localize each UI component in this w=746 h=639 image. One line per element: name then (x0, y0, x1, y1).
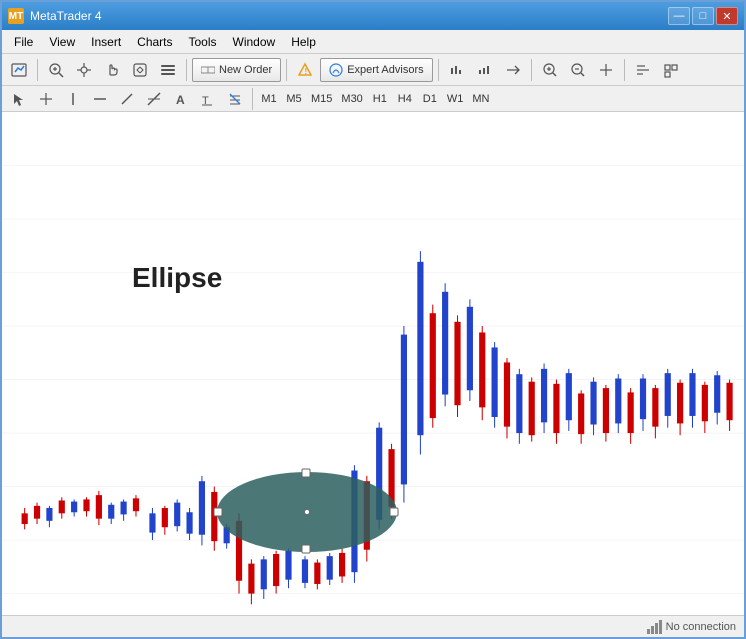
menu-tools[interactable]: Tools (181, 33, 225, 51)
separator-t1 (252, 88, 253, 110)
tool-horizontal-line[interactable] (87, 86, 113, 112)
timeframe-m5[interactable]: M5 (282, 88, 306, 110)
bar1 (647, 629, 650, 634)
tool-text2[interactable]: T (195, 86, 221, 112)
tool-crosshair2[interactable] (33, 86, 59, 112)
separator-6 (624, 59, 625, 81)
chart-container: Ellipse (2, 112, 744, 615)
app-icon: MT (8, 8, 24, 24)
title-bar: MT MetaTrader 4 — □ ✕ (2, 2, 744, 30)
svg-text:A: A (176, 93, 185, 106)
timeframe-m30[interactable]: M30 (337, 88, 366, 110)
no-connection-text: No connection (666, 621, 736, 633)
tool-zoom-in-chart[interactable] (537, 57, 563, 83)
expert-advisors-button[interactable]: Expert Advisors (320, 58, 432, 82)
tool-chart-zoom[interactable] (444, 57, 470, 83)
tool-auto-scroll[interactable] (500, 57, 526, 83)
bar4 (659, 620, 662, 634)
ellipse-annotation[interactable] (212, 467, 402, 557)
timeframe-h4[interactable]: H4 (393, 88, 417, 110)
separator-4 (438, 59, 439, 81)
menu-bar: File View Insert Charts Tools Window Hel… (2, 30, 744, 54)
timeframe-w1[interactable]: W1 (443, 88, 468, 110)
maximize-button[interactable]: □ (692, 7, 714, 25)
tool-more2[interactable] (658, 57, 684, 83)
tool-zoom-in[interactable] (43, 57, 69, 83)
toolbar-drawing: A T M1 M5 M15 M30 H1 H4 D1 W1 MN (2, 86, 744, 112)
menu-file[interactable]: File (6, 33, 41, 51)
separator-2 (186, 59, 187, 81)
chart-area[interactable]: Ellipse (2, 112, 744, 615)
tool-fib[interactable] (222, 86, 248, 112)
menu-help[interactable]: Help (283, 33, 324, 51)
timeframe-mn[interactable]: MN (468, 88, 493, 110)
timeframe-d1[interactable]: D1 (418, 88, 442, 110)
menu-view[interactable]: View (41, 33, 83, 51)
new-order-button[interactable]: New Order (192, 58, 281, 82)
tool-more[interactable] (630, 57, 656, 83)
svg-text:T: T (202, 95, 209, 106)
tool-vertical-line[interactable] (60, 86, 86, 112)
tool-line-tools[interactable] (141, 86, 167, 112)
minimize-button[interactable]: — (668, 7, 690, 25)
tool-hand[interactable] (99, 57, 125, 83)
tool-zoom-out-chart[interactable] (565, 57, 591, 83)
bar3 (655, 623, 658, 634)
tool-crosshair[interactable] (71, 57, 97, 83)
title-bar-buttons: — □ ✕ (668, 7, 738, 25)
tool-new-chart[interactable] (6, 57, 32, 83)
timeframe-m15[interactable]: M15 (307, 88, 336, 110)
tool-properties[interactable] (155, 57, 181, 83)
svg-text:!: ! (305, 67, 308, 76)
window-title: MetaTrader 4 (30, 9, 102, 23)
menu-insert[interactable]: Insert (83, 33, 129, 51)
tool-chart-fix[interactable] (593, 57, 619, 83)
tool-scroll[interactable] (127, 57, 153, 83)
ellipse-label: Ellipse (132, 262, 222, 294)
separator-3 (286, 59, 287, 81)
tool-chart-zoom2[interactable] (472, 57, 498, 83)
tool-text[interactable]: A (168, 86, 194, 112)
title-bar-left: MT MetaTrader 4 (8, 8, 102, 24)
separator-5 (531, 59, 532, 81)
toolbar-main: New Order ! Expert Advisors (2, 54, 744, 86)
main-window: MT MetaTrader 4 — □ ✕ File View Insert C… (0, 0, 746, 639)
tool-diagonal-line[interactable] (114, 86, 140, 112)
separator-1 (37, 59, 38, 81)
menu-charts[interactable]: Charts (129, 33, 180, 51)
close-button[interactable]: ✕ (716, 7, 738, 25)
status-bar: No connection (2, 615, 744, 637)
tool-alert[interactable]: ! (292, 57, 318, 83)
bar2 (651, 626, 654, 634)
tool-arrow[interactable] (6, 86, 32, 112)
connection-status: No connection (647, 620, 736, 634)
signal-icon (647, 620, 662, 634)
timeframe-m1[interactable]: M1 (257, 88, 281, 110)
menu-window[interactable]: Window (225, 33, 284, 51)
timeframe-h1[interactable]: H1 (368, 88, 392, 110)
